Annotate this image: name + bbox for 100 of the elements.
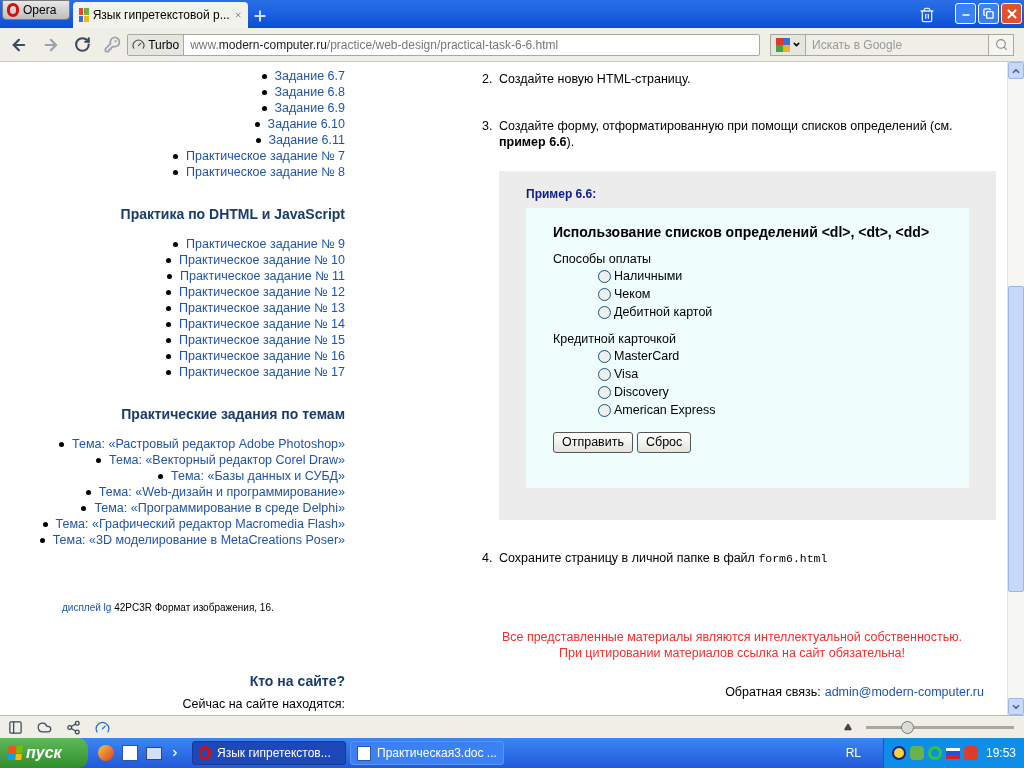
chevron-icon[interactable] [170,748,180,758]
bullet-icon [261,89,267,95]
caret-icon [791,40,801,49]
search-engine-button[interactable] [770,33,806,56]
share-icon[interactable] [66,719,81,735]
form-button[interactable]: Отправить [553,432,633,453]
google-icon [775,37,790,52]
windows-logo-icon [7,746,23,760]
bullet-icon [96,457,102,463]
form-button[interactable]: Сброс [637,432,692,453]
bullet-icon [261,73,267,79]
bullet-icon [166,353,172,359]
taskbar-button[interactable]: Практическая3.doc ... [350,741,504,765]
bullet-icon [166,337,172,343]
triangle-icon[interactable] [844,723,852,731]
gauge-icon [132,38,146,51]
group-label: Способы оплаты [553,251,653,267]
bullet-icon [261,105,267,111]
radio-button[interactable] [598,305,611,319]
slider-thumb[interactable] [901,720,915,734]
opera-logo-icon [7,3,19,17]
bullet-icon [167,273,172,279]
radio-button[interactable] [598,367,611,381]
radio-label: American Express [614,401,716,419]
bullet-icon [59,441,65,447]
tab-title: Язык гипретекстовой р... [92,7,230,24]
radio-label: Наличными [614,267,683,285]
bullet-icon [39,537,45,543]
taskbar-button[interactable]: Язык гипретекстов... [192,741,346,765]
copyright-notice: Все представленные материалы являются интеллектуальной собственностью. [501,629,963,645]
bullet-icon [166,321,172,327]
bullet-icon [255,137,261,143]
reload-icon[interactable] [73,36,91,53]
document-icon[interactable] [122,745,138,761]
trash-icon[interactable] [919,7,935,23]
ad-text: дисплей lg 42PC3R Формат изображения, 16. [62,601,275,615]
close-icon [1004,6,1019,21]
panel-icon[interactable] [8,719,23,735]
ad-link[interactable]: дисплей lg [62,602,112,613]
bullet-icon [166,369,172,375]
flag-icon[interactable] [945,747,960,759]
url-text: www.modern-computer.ru/practice/web-design/practical-task-6-6.html [189,36,559,54]
step-text: Создайте новую HTML-страницу. [499,71,692,87]
minimize-button[interactable] [955,3,976,24]
bullet-icon [254,121,260,127]
example-caption: Пример 6.6: [526,187,598,201]
desktop-icon[interactable] [146,746,162,760]
task-label: Язык гипретекстов... [217,745,331,762]
radio-button[interactable] [598,403,611,417]
step-number: 4. [482,550,494,567]
address-bar[interactable]: Turbo www.modern-computer.ru/practice/web-design/practical-task-6-6.html [127,33,760,56]
section-heading: Практические задания по темам [120,405,345,424]
page-icon [79,8,89,22]
radio-button[interactable] [598,269,611,283]
radio-label: Discovery [614,383,669,401]
tray-icon[interactable] [891,746,906,760]
bullet-icon [166,305,172,311]
close-icon[interactable] [233,9,242,21]
bullet-icon [85,489,91,495]
restore-icon [983,8,994,19]
turbo-button[interactable]: Turbo [128,34,185,55]
step-text: Сохраните страницу в личной папке в файл form6.html [499,550,828,567]
radio-label: Visa [614,365,639,383]
radio-label: Чеком [614,285,651,303]
copyright-notice: При цитировании материалов ссылка на сайт обязательна! [558,645,906,661]
radio-button[interactable] [598,385,611,399]
form-title: Использование списков определений <dl>, <dt>, <dd> [553,224,931,240]
clock: 19:53 [985,745,1016,762]
radio-button[interactable] [598,287,611,301]
browser-tab[interactable]: Язык гипретекстовой р... [73,2,248,28]
section-heading: Кто на сайте? [248,672,345,691]
feedback-email[interactable]: admin@modern-computer.ru [824,683,984,702]
opera-menu-button[interactable]: Opera [2,0,70,20]
feedback-label: Обратная связь: [725,684,821,701]
search-button[interactable] [988,33,1014,56]
bullet-icon [42,521,48,527]
bullet-icon [173,169,178,175]
task-label: Практическая3.doc ... [377,745,497,762]
scrollbar[interactable] [1007,62,1024,715]
bullet-icon [166,257,172,263]
search-field[interactable]: Искать в Google [806,33,988,56]
step-number: 3. [482,118,494,135]
bullet-icon [173,153,178,159]
radio-label: Дебитной картой [614,303,713,321]
restore-button[interactable] [978,3,999,24]
globe-icon[interactable] [98,745,114,761]
new-tab-icon[interactable] [252,8,268,24]
cloud-icon[interactable] [37,719,52,735]
document-icon [357,745,371,761]
search-icon [994,38,1008,51]
bullet-icon [166,289,172,295]
group-label: Кредитной карточкой [553,331,677,347]
language-indicator[interactable]: RL [845,744,861,762]
step-number: 2. [482,71,494,87]
gauge-icon[interactable] [95,719,110,735]
bullet-icon [158,473,164,479]
close-button[interactable] [1001,3,1022,24]
radio-label: MasterCard [614,347,680,365]
radio-button[interactable] [598,349,611,363]
opera-logo-icon [199,746,211,760]
